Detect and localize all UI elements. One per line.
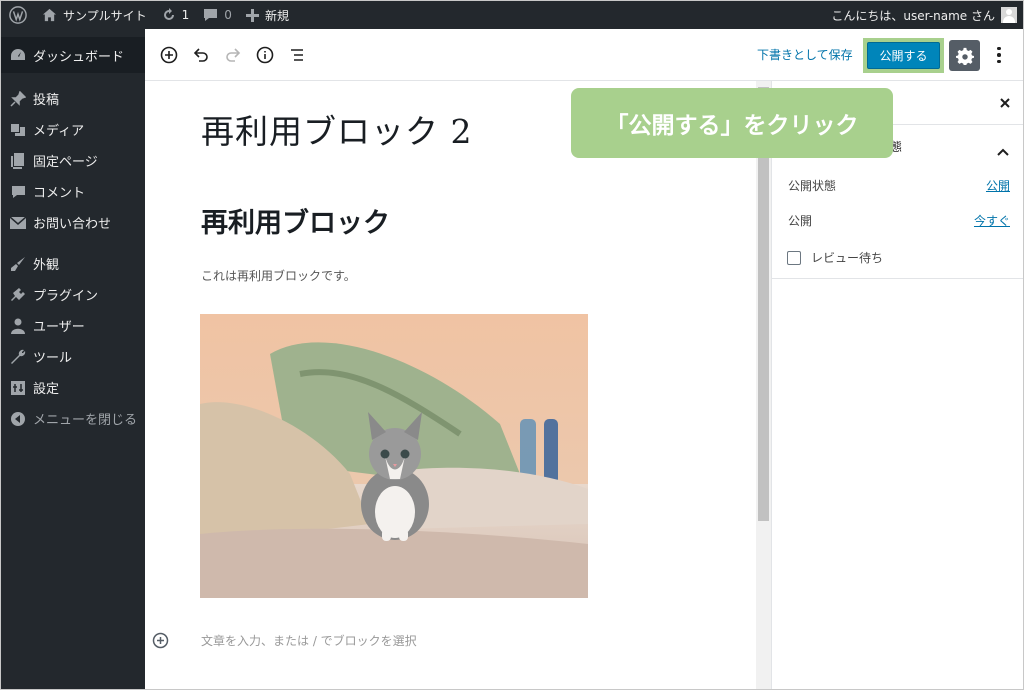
wordpress-logo-button[interactable]	[1, 1, 35, 29]
sidebar-item-dashboard[interactable]: ダッシュボード	[1, 37, 145, 73]
publish-date-link[interactable]: 今すぐ	[974, 212, 1010, 229]
sidebar-item-label: コメント	[33, 186, 86, 201]
sidebar-item-media[interactable]: メディア	[1, 114, 145, 145]
sidebar-item-label: 外観	[33, 258, 60, 273]
page-icon	[9, 152, 27, 170]
image-block-kitten-photo[interactable]	[200, 314, 588, 598]
sidebar-item-label: 設定	[33, 382, 60, 397]
brush-icon	[9, 255, 27, 273]
collapse-icon	[9, 410, 27, 428]
undo-button[interactable]	[189, 43, 213, 67]
sidebar-item-label: ツール	[33, 351, 73, 366]
plugin-icon	[9, 286, 27, 304]
mail-icon	[9, 214, 27, 232]
sidebar-item-pages[interactable]: 固定ページ	[1, 145, 145, 176]
sidebar-item-label: ダッシュボード	[33, 49, 125, 65]
sidebar-item-plugins[interactable]: プラグイン	[1, 279, 145, 310]
publish-button[interactable]: 公開する	[867, 42, 940, 69]
paragraph-block[interactable]: これは再利用ブロックです。	[201, 267, 356, 284]
sidebar-collapse-menu[interactable]: メニューを閉じる	[1, 403, 145, 434]
sidebar-item-label: お問い合わせ	[33, 217, 112, 232]
visibility-link[interactable]: 公開	[986, 177, 1010, 194]
comments-link[interactable]: 0	[196, 1, 239, 29]
pending-review-label: レビュー待ち	[811, 251, 884, 265]
pending-review-row: レビュー待ち	[787, 249, 883, 266]
sidebar-item-comments[interactable]: コメント	[1, 176, 145, 207]
editor-toolbar: 下書きとして保存 公開する	[145, 29, 1023, 81]
sidebar-item-users[interactable]: ユーザー	[1, 310, 145, 341]
app-window: サンプルサイト 1 0 新規 こんにちは、user-name さん ダッシュボー…	[0, 0, 1024, 690]
new-content-link[interactable]: 新規	[239, 1, 296, 29]
visibility-row: 公開状態 公開	[788, 177, 1010, 194]
settings-panel: 態 公開状態 公開 公開 今すぐ レビュー待ち	[771, 81, 1023, 689]
plus-circle-icon	[160, 46, 178, 64]
avatar	[1001, 7, 1017, 23]
kitten-photo	[200, 314, 588, 598]
site-name: サンプルサイト	[63, 8, 147, 23]
comments-count: 0	[224, 8, 232, 22]
chevron-up-icon[interactable]	[997, 141, 1009, 156]
publish-date-label: 公開	[788, 214, 813, 228]
editor-canvas: 再利用ブロック 2 再利用ブロック これは再利用ブロックです。 文章を入力、また…	[145, 81, 756, 689]
close-icon	[1000, 98, 1010, 108]
gear-icon	[955, 47, 974, 65]
panel-divider	[772, 278, 1023, 279]
publish-highlight: 公開する	[863, 38, 944, 73]
heading-block[interactable]: 再利用ブロック	[201, 201, 390, 240]
more-options-button[interactable]	[991, 43, 1007, 67]
redo-button[interactable]	[221, 43, 245, 67]
close-panel-button[interactable]	[998, 95, 1012, 109]
sidebar-item-appearance[interactable]: 外観	[1, 248, 145, 279]
wrench-icon	[9, 348, 27, 366]
comment-icon	[9, 183, 27, 201]
publish-date-row: 公開 今すぐ	[788, 212, 1010, 229]
greeting: こんにちは、user-name さん	[831, 8, 995, 23]
sidebar-item-label: プラグイン	[33, 289, 99, 304]
info-button[interactable]	[253, 43, 277, 67]
site-name-link[interactable]: サンプルサイト	[35, 1, 154, 29]
updates-link[interactable]: 1	[154, 1, 197, 29]
pin-icon	[9, 90, 27, 108]
sidebar-item-label: 固定ページ	[33, 155, 98, 170]
info-icon	[256, 46, 274, 64]
dashboard-icon	[9, 46, 27, 64]
instruction-callout: 「公開する」をクリック	[571, 88, 893, 158]
block-placeholder[interactable]: 文章を入力、または / でブロックを選択	[201, 632, 417, 649]
sidebar-item-contact[interactable]: お問い合わせ	[1, 207, 145, 238]
redo-icon	[226, 48, 241, 62]
refresh-icon	[163, 8, 174, 20]
home-icon	[42, 8, 57, 22]
wordpress-logo-icon	[9, 6, 27, 24]
sidebar-item-label: 投稿	[33, 93, 60, 108]
outline-button[interactable]	[285, 43, 309, 67]
inline-add-block-button[interactable]	[152, 632, 169, 649]
pending-review-checkbox[interactable]	[787, 250, 801, 265]
updates-count: 1	[181, 8, 190, 22]
sidebar-item-label: メニューを閉じる	[33, 413, 138, 428]
user-icon	[9, 317, 27, 335]
sidebar-item-settings[interactable]: 設定	[1, 372, 145, 403]
add-block-button[interactable]	[157, 43, 181, 67]
media-icon	[9, 121, 27, 139]
plus-circle-icon	[152, 632, 169, 649]
new-label: 新規	[264, 8, 289, 23]
post-title[interactable]: 再利用ブロック 2	[201, 105, 473, 153]
sidebar-item-tools[interactable]: ツール	[1, 341, 145, 372]
list-outline-icon	[291, 49, 303, 61]
admin-bar: サンプルサイト 1 0 新規 こんにちは、user-name さん	[1, 1, 1023, 29]
visibility-label: 公開状態	[788, 179, 837, 193]
admin-sidebar: ダッシュボード 投稿 メディア 固定ページ コメント お問い合わせ 外観 プラグ…	[1, 29, 145, 689]
settings-toggle-button[interactable]	[949, 40, 980, 71]
settings-icon	[9, 379, 27, 397]
callout-text: 「公開する」をクリック	[605, 113, 859, 139]
plus-icon	[245, 8, 259, 22]
comment-bubble-icon	[204, 9, 218, 21]
sidebar-item-label: ユーザー	[33, 320, 85, 335]
account-menu[interactable]: こんにちは、user-name さん	[824, 1, 1023, 29]
undo-icon	[193, 48, 208, 62]
save-draft-button[interactable]: 下書きとして保存	[757, 46, 853, 63]
sidebar-item-posts[interactable]: 投稿	[1, 83, 145, 114]
sidebar-item-label: メディア	[33, 124, 85, 139]
